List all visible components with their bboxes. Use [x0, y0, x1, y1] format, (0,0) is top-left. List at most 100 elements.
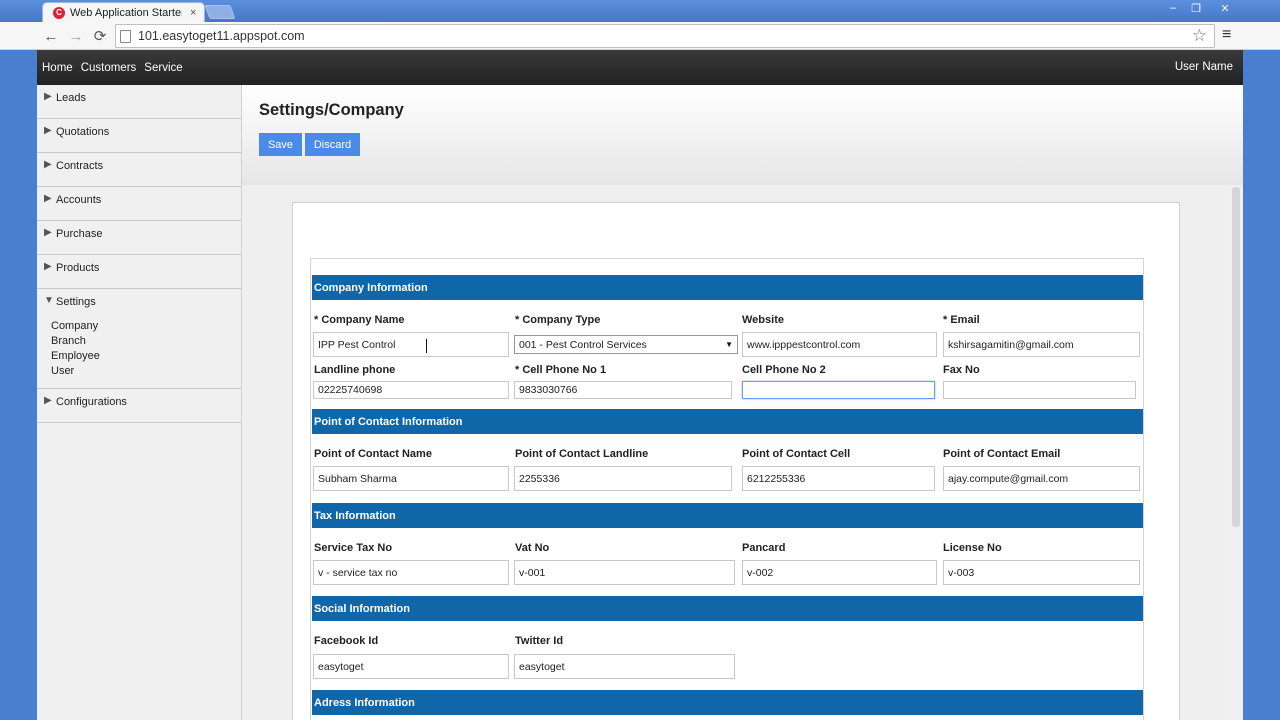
web-page: Home Customers Service User Name ▶ Leads …	[37, 50, 1243, 720]
submenu-item-branch[interactable]: Branch	[51, 334, 100, 349]
page-header: Settings/Company Save Discard	[242, 85, 1243, 185]
email-input[interactable]: kshirsagamitin@gmail.com	[943, 332, 1140, 357]
submenu-item-user[interactable]: User	[51, 364, 100, 379]
sidebar-item-label: Settings	[56, 296, 96, 308]
service-tax-label: Service Tax No	[314, 542, 393, 554]
expand-arrow-icon: ▶	[44, 395, 52, 406]
landline-input[interactable]: 02225740698	[313, 381, 509, 399]
sidebar-item-accounts[interactable]: ▶ Accounts	[37, 187, 241, 221]
section-social-information: Social Information	[312, 596, 1143, 621]
collapse-arrow-icon: ▼	[44, 295, 54, 306]
company-name-input[interactable]: IPP Pest Control	[313, 332, 509, 357]
cell-phone-2-label: Cell Phone No 2	[742, 364, 826, 376]
sidebar-item-label: Quotations	[56, 126, 110, 138]
sidebar-item-label: Contracts	[56, 160, 104, 172]
forward-arrow-icon[interactable]: →	[67, 27, 85, 45]
twitter-input[interactable]: easytoget	[514, 654, 735, 679]
tab-close-icon[interactable]: ×	[190, 7, 196, 19]
browser-toolbar: ← → ⟳ 101.easytoget11.appspot.com ☆ ≡	[0, 22, 1280, 50]
app-favicon-icon: C	[53, 6, 65, 19]
expand-arrow-icon: ▶	[44, 125, 52, 136]
company-type-label: * Company Type	[515, 314, 601, 326]
chrome-menu-icon[interactable]: ≡	[1222, 26, 1231, 44]
scrollbar-thumb[interactable]	[1232, 187, 1240, 527]
cell-phone-1-input[interactable]: 9833030766	[514, 381, 732, 399]
website-label: Website	[742, 314, 784, 326]
twitter-label: Twitter Id	[515, 635, 564, 647]
expand-arrow-icon: ▶	[44, 159, 52, 170]
discard-button[interactable]: Discard	[305, 133, 360, 156]
nav-customers[interactable]: Customers	[81, 62, 137, 74]
vat-label: Vat No	[515, 542, 550, 554]
user-name[interactable]: User Name	[1175, 61, 1233, 73]
sidebar-item-label: Products	[56, 262, 100, 274]
license-label: License No	[943, 542, 1002, 554]
contact-email-input[interactable]: ajay.compute@gmail.com	[943, 466, 1140, 491]
facebook-label: Facebook Id	[314, 635, 379, 647]
expand-arrow-icon: ▶	[44, 193, 52, 204]
address-url: 101.easytoget11.appspot.com	[138, 29, 305, 43]
license-input[interactable]: v-003	[943, 560, 1140, 585]
service-tax-input[interactable]: v - service tax no	[313, 560, 509, 585]
address-bar[interactable]: 101.easytoget11.appspot.com ☆	[115, 24, 1215, 48]
section-point-of-contact: Point of Contact Information	[312, 409, 1143, 434]
tab-title: Web Application Starter P	[70, 6, 182, 19]
section-company-information: Company Information	[312, 275, 1143, 300]
save-button[interactable]: Save	[259, 133, 302, 156]
submenu-item-company[interactable]: Company	[51, 319, 100, 334]
company-type-select[interactable]: 001 - Pest Control Services ▼	[514, 335, 738, 354]
page-icon	[120, 29, 131, 43]
nav-service[interactable]: Service	[144, 62, 182, 74]
expand-arrow-icon: ▶	[44, 91, 52, 102]
email-label: * Email	[943, 314, 980, 326]
contact-landline-input[interactable]: 2255336	[514, 466, 732, 491]
bookmark-star-icon[interactable]: ☆	[1192, 26, 1207, 46]
back-arrow-icon[interactable]: ←	[42, 27, 60, 45]
maximize-icon[interactable]: ❐	[1183, 1, 1209, 15]
contact-landline-label: Point of Contact Landline	[515, 448, 649, 460]
browser-tab[interactable]: C Web Application Starter P ×	[42, 2, 205, 22]
settings-submenu: Company Branch Employee User	[51, 319, 100, 379]
cell-phone-2-input[interactable]	[742, 381, 935, 399]
sidebar-item-label: Purchase	[56, 228, 103, 240]
new-tab-button[interactable]	[204, 5, 236, 19]
pancard-label: Pancard	[742, 542, 786, 554]
section-tax-information: Tax Information	[312, 503, 1143, 528]
contact-email-label: Point of Contact Email	[943, 448, 1061, 460]
company-type-value: 001 - Pest Control Services	[519, 338, 647, 351]
close-window-icon[interactable]: ✕	[1207, 1, 1243, 15]
expand-arrow-icon: ▶	[44, 261, 52, 272]
cell-phone-1-label: * Cell Phone No 1	[515, 364, 607, 376]
sidebar-item-label: Accounts	[56, 194, 102, 206]
contact-cell-input[interactable]: 6212255336	[742, 466, 935, 491]
sidebar-item-label: Configurations	[56, 396, 127, 408]
sidebar-item-settings[interactable]: ▼ Settings Company Branch Employee User	[37, 289, 241, 389]
website-input[interactable]: www.ipppestcontrol.com	[742, 332, 937, 357]
pancard-input[interactable]: v-002	[742, 560, 937, 585]
page-title: Settings/Company	[259, 101, 404, 119]
section-address-information: Adress Information	[312, 690, 1143, 715]
sidebar: ▶ Leads ▶ Quotations ▶ Contracts ▶ Accounts …	[37, 85, 242, 720]
company-name-label: * Company Name	[314, 314, 405, 326]
sidebar-item-products[interactable]: ▶ Products	[37, 255, 241, 289]
landline-label: Landline phone	[314, 364, 396, 376]
contact-name-input[interactable]: Subham Sharma	[313, 466, 509, 491]
dropdown-arrow-icon: ▼	[725, 340, 733, 349]
fax-label: Fax No	[943, 364, 980, 376]
fax-input[interactable]	[943, 381, 1136, 399]
submenu-item-employee[interactable]: Employee	[51, 349, 100, 364]
sidebar-item-purchase[interactable]: ▶ Purchase	[37, 221, 241, 255]
vat-input[interactable]: v-001	[514, 560, 735, 585]
contact-cell-label: Point of Contact Cell	[742, 448, 851, 460]
top-navigation: Home Customers Service User Name	[37, 50, 1243, 85]
reload-icon[interactable]: ⟳	[91, 27, 109, 45]
sidebar-item-label: Leads	[56, 92, 86, 104]
sidebar-item-leads[interactable]: ▶ Leads	[37, 85, 241, 119]
sidebar-item-configurations[interactable]: ▶ Configurations	[37, 389, 241, 423]
expand-arrow-icon: ▶	[44, 227, 52, 238]
sidebar-item-contracts[interactable]: ▶ Contracts	[37, 153, 241, 187]
contact-name-label: Point of Contact Name	[314, 448, 432, 460]
nav-home[interactable]: Home	[42, 62, 73, 74]
sidebar-item-quotations[interactable]: ▶ Quotations	[37, 119, 241, 153]
facebook-input[interactable]: easytoget	[313, 654, 509, 679]
